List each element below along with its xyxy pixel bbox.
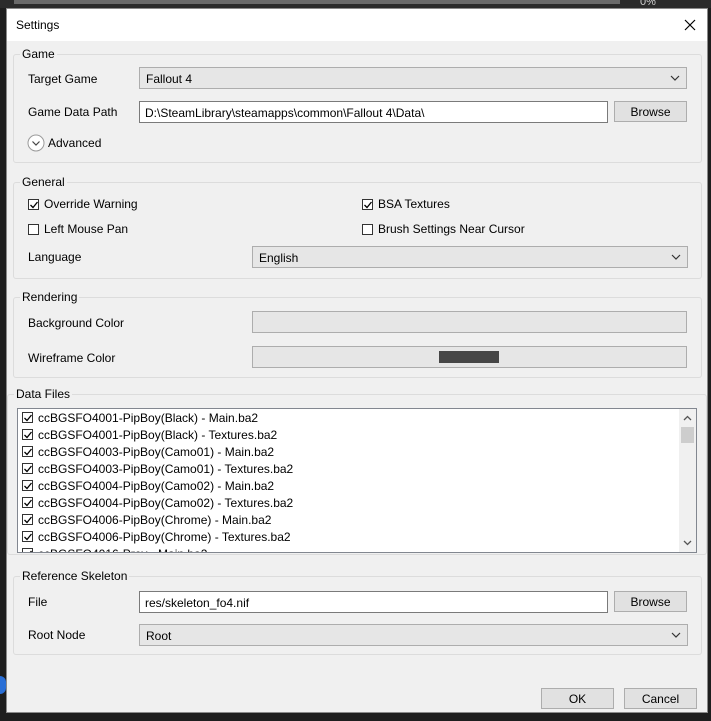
checkmark-icon [29,550,33,552]
data-file-checkbox[interactable] [22,429,33,440]
language-value: English [259,251,299,265]
skeleton-file-value: res/skeleton_fo4.nif [145,596,250,610]
game-data-path-label: Game Data Path [28,105,118,119]
data-file-checkbox[interactable] [22,412,33,423]
data-file-checkbox[interactable] [22,446,33,457]
chevron-down-icon [671,254,681,260]
data-file-checkbox[interactable] [22,548,33,552]
checkmark-icon [24,482,33,490]
data-file-checkbox[interactable] [22,463,33,474]
wireframe-color-swatch [439,351,499,363]
skeleton-browse-button[interactable]: Browse [614,591,687,612]
data-file-item[interactable]: ccBGSFO4016-Prey - Main.ba2 [18,545,696,553]
data-file-name: ccBGSFO4003-PipBoy(Camo01) - Main.ba2 [38,444,275,459]
checkmark-icon [24,516,33,524]
checkmark-icon [24,499,33,507]
scroll-thumb[interactable] [681,427,694,443]
rendering-group-title: Rendering [22,290,78,304]
window-title: Settings [16,18,60,32]
bsa-textures-label: BSA Textures [378,197,450,211]
title-bar: Settings [7,9,707,41]
bsa-textures-checkbox[interactable]: BSA Textures [362,197,450,211]
left-mouse-pan-checkbox[interactable]: Left Mouse Pan [28,222,128,236]
language-label: Language [28,250,82,264]
background-progress-text: 0% [640,0,656,8]
data-files-items: ccBGSFO4001-PipBoy(Black) - Main.ba2 ccBG… [18,409,696,553]
general-group-title: General [22,175,65,189]
language-select[interactable]: English [252,246,688,268]
data-file-item[interactable]: ccBGSFO4001-PipBoy(Black) - Textures.ba2 [18,426,696,443]
background-progress-bar [14,0,620,4]
ok-button[interactable]: OK [541,688,614,709]
game-data-browse-button[interactable]: Browse [614,101,687,122]
checkmark-icon [364,201,373,208]
data-file-item[interactable]: ccBGSFO4001-PipBoy(Black) - Main.ba2 [18,409,696,426]
brush-near-cursor-checkbox[interactable]: Brush Settings Near Cursor [362,222,525,236]
chevron-down-icon [670,75,680,81]
target-game-label: Target Game [28,72,98,86]
background-color-picker[interactable] [252,311,687,333]
override-warning-label: Override Warning [44,197,138,211]
root-node-value: Root [146,629,172,643]
game-group-title: Game [22,47,55,61]
game-data-path-input[interactable]: D:\SteamLibrary\steamapps\common\Fallout… [139,101,608,123]
data-file-item[interactable]: ccBGSFO4006-PipBoy(Chrome) - Textures.ba… [18,528,696,545]
data-file-name: ccBGSFO4004-PipBoy(Camo02) - Textures.ba… [38,495,294,510]
data-files-scrollbar[interactable] [679,409,696,552]
data-file-checkbox[interactable] [22,514,33,525]
chevron-down-icon [671,632,681,638]
advanced-label: Advanced [48,136,102,150]
close-icon [684,19,696,31]
data-file-item[interactable]: ccBGSFO4006-PipBoy(Chrome) - Main.ba2 [18,511,696,528]
root-node-select[interactable]: Root [139,624,688,646]
wireframe-color-picker[interactable] [252,346,687,368]
left-mouse-pan-label: Left Mouse Pan [44,222,129,236]
game-data-path-value: D:\SteamLibrary\steamapps\common\Fallout… [145,106,425,120]
cancel-button[interactable]: Cancel [624,688,697,709]
data-file-checkbox[interactable] [22,480,33,491]
checkmark-icon [24,414,33,422]
data-files-group-title: Data Files [16,387,71,401]
wireframe-color-label: Wireframe Color [28,351,116,365]
data-file-name: ccBGSFO4004-PipBoy(Camo02) - Main.ba2 [38,478,275,493]
data-file-checkbox[interactable] [22,531,33,542]
close-button[interactable] [679,14,701,36]
checkmark-icon [30,201,39,208]
data-files-list[interactable]: ccBGSFO4001-PipBoy(Black) - Main.ba2 ccBG… [17,408,697,553]
scroll-up-icon[interactable] [682,413,693,424]
checkmark-icon [24,431,33,439]
reference-skeleton-group-title: Reference Skeleton [22,569,128,583]
data-file-item[interactable]: ccBGSFO4003-PipBoy(Camo01) - Textures.ba… [18,460,696,477]
scroll-down-icon[interactable] [682,537,693,548]
data-file-item[interactable]: ccBGSFO4004-PipBoy(Camo02) - Main.ba2 [18,477,696,494]
target-game-value: Fallout 4 [146,72,193,86]
checkmark-icon [24,533,33,541]
data-file-name: ccBGSFO4016-Prey - Main.ba2 [38,547,207,553]
checkmark-icon [24,448,33,456]
root-node-label: Root Node [28,628,86,642]
data-file-name: ccBGSFO4006-PipBoy(Chrome) - Textures.ba… [38,529,291,544]
target-game-select[interactable]: Fallout 4 [139,67,687,89]
data-file-name: ccBGSFO4001-PipBoy(Black) - Main.ba2 [38,410,259,425]
chevron-down-circle-icon [27,134,45,152]
data-file-name: ccBGSFO4001-PipBoy(Black) - Textures.ba2 [38,427,278,442]
override-warning-checkbox[interactable]: Override Warning [28,197,138,211]
skeleton-file-input[interactable]: res/skeleton_fo4.nif [139,591,608,613]
background-color-swatch [439,316,499,328]
data-file-item[interactable]: ccBGSFO4004-PipBoy(Camo02) - Textures.ba… [18,494,696,511]
checkmark-icon [24,465,33,473]
advanced-toggle[interactable]: Advanced [27,134,101,152]
background-color-label: Background Color [28,316,125,330]
data-file-name: ccBGSFO4003-PipBoy(Camo01) - Textures.ba… [38,461,294,476]
skeleton-file-label: File [28,595,48,609]
data-file-item[interactable]: ccBGSFO4003-PipBoy(Camo01) - Main.ba2 [18,443,696,460]
data-file-checkbox[interactable] [22,497,33,508]
brush-near-cursor-label: Brush Settings Near Cursor [378,222,525,236]
data-file-name: ccBGSFO4006-PipBoy(Chrome) - Main.ba2 [38,512,272,527]
settings-dialog: Settings Game Target Game Fallout 4 Game… [6,8,708,713]
